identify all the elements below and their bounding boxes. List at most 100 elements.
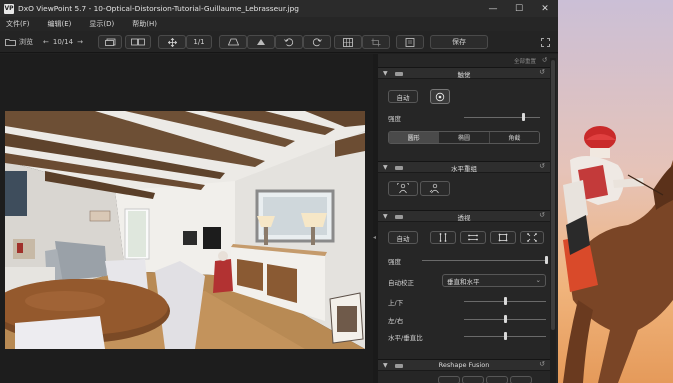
reset-all-icon[interactable]: ↺	[542, 56, 547, 64]
vertical-lines-icon	[439, 233, 447, 242]
browse-button[interactable]: 浏览	[5, 35, 33, 49]
section-title-horizon: 水平重组	[451, 165, 477, 173]
section-reset-icon[interactable]: ↺	[539, 162, 545, 170]
export-options-button[interactable]	[396, 35, 424, 49]
grid-toggle-button[interactable]	[334, 35, 362, 49]
menu-bar: 文件(F) 编辑(E) 显示(D) 帮助(H)	[0, 17, 558, 31]
perspective-eight-points-button[interactable]	[520, 231, 544, 244]
minimize-button[interactable]: —	[480, 0, 506, 17]
panel-scrollbar[interactable]	[550, 58, 556, 383]
volume-intensity-label: 强度	[388, 115, 401, 123]
eight-points-icon	[527, 233, 537, 242]
section-header-horizon[interactable]: ▼ 水平重组 ↺	[378, 161, 550, 173]
section-reset-icon[interactable]: ↺	[539, 68, 545, 76]
app-window: VP DxO ViewPoint 5.7 - 10-Optical-Distor…	[0, 0, 558, 383]
image-viewer[interactable]	[0, 54, 373, 383]
window-title: DxO ViewPoint 5.7 - 10-Optical-Distorsio…	[18, 4, 299, 13]
up-down-label: 上/下	[388, 299, 404, 307]
crop-tool-button[interactable]	[362, 35, 390, 49]
mode-round[interactable]: 圆形	[389, 132, 440, 143]
split-view-icon	[131, 38, 145, 46]
horizon-manual-tool-button[interactable]	[420, 181, 450, 196]
folder-icon	[5, 39, 16, 46]
save-button[interactable]: 保存	[430, 35, 488, 49]
section-title-volume: 触觉	[457, 71, 471, 79]
section-reset-icon[interactable]: ↺	[539, 360, 545, 368]
volume-mode-selector: 圆形 椭圆 角截	[388, 131, 540, 144]
perspective-icon	[227, 38, 239, 46]
ratio-knob[interactable]	[503, 332, 507, 340]
mode-corner[interactable]: 角截	[489, 132, 539, 143]
close-button[interactable]: ✕	[532, 0, 558, 17]
volume-auto-button[interactable]: 自动	[388, 90, 418, 103]
nav-counter: 10/14	[52, 38, 74, 46]
shape-icon	[257, 39, 265, 45]
fullscreen-icon[interactable]	[541, 35, 550, 49]
section-header-perspective[interactable]: ▼ 透视 ↺	[378, 210, 550, 222]
toolbar: 浏览 ← 10/14 → 1/1 保存	[0, 31, 558, 53]
ratio-label: 水平/垂直比	[388, 334, 423, 342]
maximize-button[interactable]: ☐	[506, 0, 532, 17]
face-detect-icon	[435, 92, 445, 101]
perspective-intensity-label: 强度	[388, 258, 401, 266]
move-icon	[167, 37, 177, 47]
shape-tool-button[interactable]	[247, 35, 275, 49]
auto-correct-label: 自动校正	[388, 279, 414, 287]
person-target-icon	[397, 183, 409, 194]
reshape-tool-button-1[interactable]	[438, 376, 460, 383]
zoom-ratio-button[interactable]: 1/1	[186, 35, 212, 49]
photos-icon	[104, 38, 115, 46]
crop-icon	[371, 38, 381, 46]
rotate-right-icon	[312, 37, 322, 46]
desktop-wallpaper	[558, 0, 673, 383]
reshape-tool-button-2[interactable]	[462, 376, 484, 383]
prev-arrow-icon[interactable]: ←	[43, 38, 49, 46]
left-right-knob[interactable]	[503, 315, 507, 323]
rotate-right-button[interactable]	[303, 35, 331, 49]
perspective-horizontal-button[interactable]	[460, 231, 486, 244]
perspective-intensity-track[interactable]	[422, 260, 546, 261]
perspective-intensity-knob[interactable]	[544, 256, 548, 264]
perspective-auto-button[interactable]: 自动	[388, 231, 418, 244]
next-arrow-icon[interactable]: →	[77, 38, 83, 46]
section-header-volume[interactable]: ▼ 触觉 ↺	[378, 67, 550, 79]
menu-edit[interactable]: 编辑(E)	[48, 19, 72, 29]
menu-file[interactable]: 文件(F)	[6, 19, 30, 29]
perspective-tool-button[interactable]	[219, 35, 247, 49]
section-title-perspective: 透视	[457, 214, 471, 222]
rectangle-icon	[498, 233, 508, 242]
app-logo-icon: VP	[4, 3, 14, 14]
volume-intensity-track[interactable]	[464, 117, 540, 118]
photo-preview[interactable]	[5, 111, 365, 349]
perspective-vertical-button[interactable]	[430, 231, 456, 244]
reshape-tool-button-4[interactable]	[510, 376, 532, 383]
volume-detect-button[interactable]	[430, 89, 450, 104]
auto-correct-select[interactable]: 垂直和水平 ⌄	[442, 274, 546, 287]
title-bar: VP DxO ViewPoint 5.7 - 10-Optical-Distor…	[0, 0, 558, 17]
horizon-person-tool-button[interactable]	[388, 181, 418, 196]
reshape-tool-button-3[interactable]	[486, 376, 508, 383]
section-header-reshape[interactable]: ▼ Reshape Fusion ↺	[378, 359, 550, 371]
up-down-knob[interactable]	[503, 297, 507, 305]
document-settings-icon	[405, 37, 415, 47]
menu-display[interactable]: 显示(D)	[89, 19, 114, 29]
left-right-label: 左/右	[388, 317, 404, 325]
scrollbar-thumb[interactable]	[551, 60, 555, 330]
volume-intensity-knob[interactable]	[521, 113, 525, 121]
split-view-button[interactable]	[125, 35, 151, 49]
rotate-left-button[interactable]	[275, 35, 303, 49]
collapse-arrow-icon[interactable]: ◂	[373, 234, 376, 241]
nav-group: ← 10/14 →	[43, 35, 83, 49]
horizontal-lines-icon	[468, 234, 478, 241]
correction-panel: 全部重置 ↺ ▼ 触觉 ↺ 自动 强度 圆形 椭圆 角截 ▼ 水平重组 ↺ ▼ …	[378, 54, 558, 383]
pan-tool-button[interactable]	[158, 35, 186, 49]
browse-label: 浏览	[19, 38, 33, 46]
section-title-reshape: Reshape Fusion	[438, 361, 490, 369]
compare-view-button[interactable]	[98, 35, 122, 49]
reset-all-button[interactable]: 全部重置	[514, 57, 536, 65]
section-reset-icon[interactable]: ↺	[539, 211, 545, 219]
mode-ellipse[interactable]: 椭圆	[439, 132, 490, 143]
chevron-down-icon: ⌄	[535, 276, 541, 284]
perspective-rectangle-button[interactable]	[490, 231, 516, 244]
menu-help[interactable]: 帮助(H)	[132, 19, 157, 29]
